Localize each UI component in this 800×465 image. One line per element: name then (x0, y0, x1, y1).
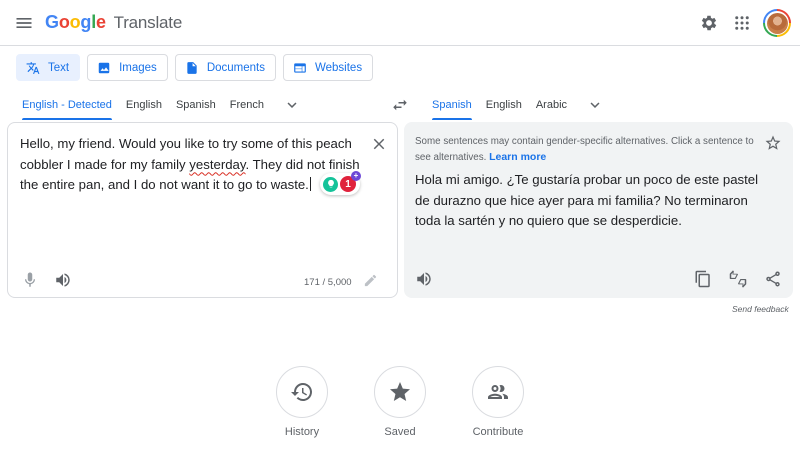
mode-documents-button[interactable]: Documents (174, 54, 276, 81)
logo-letter: o (69, 12, 81, 32)
mode-text-button[interactable]: Text (16, 54, 81, 81)
pencil-icon (364, 274, 377, 287)
google-wordmark: Google (45, 12, 111, 32)
history-circle (276, 366, 328, 418)
saved-circle (374, 366, 426, 418)
translated-text[interactable]: Hola mi amigo. ¿Te gustaría probar un po… (415, 170, 765, 232)
account-avatar[interactable] (763, 9, 791, 37)
copy-icon (695, 270, 710, 288)
translation-output-area: Some sentences may contain gender-specif… (404, 122, 793, 298)
avatar-photo (766, 12, 788, 34)
source-lang-detected[interactable]: English - Detected (15, 90, 119, 120)
saved-label: Saved (384, 426, 416, 438)
share-translation-button[interactable] (764, 270, 782, 288)
logo-letter: e (96, 12, 106, 32)
mode-websites-label: Websites (314, 61, 363, 74)
learn-more-link[interactable]: Learn more (489, 151, 546, 163)
source-lang-french[interactable]: French (223, 90, 271, 120)
source-more-languages-button[interactable] (283, 96, 301, 114)
save-translation-button[interactable] (764, 134, 782, 152)
top-bar: Google Translate (0, 0, 800, 46)
send-feedback-link[interactable]: Send feedback (732, 304, 789, 314)
copy-translation-button[interactable] (694, 270, 712, 288)
mode-images-button[interactable]: Images (87, 54, 168, 81)
character-count: 171 / 5,000 (304, 277, 352, 288)
image-icon (98, 62, 110, 73)
contribute-label: Contribute (472, 426, 524, 438)
text-cursor (309, 177, 311, 191)
logo-letter: o (58, 12, 70, 32)
translate-icon (26, 61, 40, 74)
swap-arrows-icon (393, 99, 407, 111)
gender-alternatives-notice: Some sentences may contain gender-specif… (415, 135, 760, 165)
gear-icon (701, 15, 717, 31)
chevron-down-icon (590, 102, 600, 108)
target-language-bar: Spanish English Arabic (425, 90, 604, 120)
plus-icon: + (351, 171, 361, 181)
source-text-area[interactable]: Hello, my friend. Would you like to try … (7, 122, 398, 298)
voice-input-button[interactable] (21, 271, 39, 289)
speaker-icon (417, 272, 431, 286)
mode-text-label: Text (48, 61, 70, 74)
chevron-down-icon (287, 102, 297, 108)
hamburger-menu-icon (16, 18, 32, 28)
speaker-icon (56, 273, 70, 287)
avatar-ring (765, 11, 789, 35)
target-lang-spanish[interactable]: Spanish (425, 90, 479, 120)
saved-button[interactable]: Saved (365, 366, 435, 438)
settings-button[interactable] (698, 12, 720, 34)
source-lang-english[interactable]: English (119, 90, 169, 120)
history-button[interactable]: History (267, 366, 337, 438)
issue-count: 1 (345, 178, 351, 190)
website-icon (294, 62, 306, 73)
history-label: History (284, 426, 320, 438)
contribute-button[interactable]: Contribute (463, 366, 533, 438)
mode-documents-label: Documents (206, 61, 265, 74)
history-icon (291, 383, 312, 401)
target-more-languages-button[interactable] (586, 96, 604, 114)
product-name: Translate (113, 13, 183, 32)
source-lang-spanish[interactable]: Spanish (169, 90, 223, 120)
clear-source-button[interactable] (370, 135, 388, 153)
listen-translation-button[interactable] (415, 270, 433, 288)
grammarly-suggestion-icon (323, 176, 338, 192)
rate-translation-button[interactable] (729, 270, 747, 288)
misspelled-word[interactable]: yesterday (189, 157, 245, 172)
notice-text: Some sentences may contain gender-specif… (415, 136, 754, 163)
mode-websites-button[interactable]: Websites (282, 54, 374, 81)
swap-languages-button[interactable] (390, 96, 410, 114)
microphone-icon (24, 272, 36, 287)
target-lang-english[interactable]: English (479, 90, 529, 120)
star-icon (390, 382, 410, 401)
logo-letter: G (45, 12, 59, 32)
source-text[interactable]: Hello, my friend. Would you like to try … (20, 134, 365, 196)
mode-images-label: Images (119, 61, 157, 74)
logo-letter: g (80, 12, 92, 32)
grammarly-issue-count: 1 + (340, 171, 361, 192)
target-lang-arabic[interactable]: Arabic (529, 90, 574, 120)
document-icon (187, 61, 197, 74)
close-icon (373, 138, 385, 150)
contribute-circle (472, 366, 524, 418)
share-icon (766, 271, 780, 287)
star-outline-icon (765, 135, 781, 150)
listen-source-button[interactable] (54, 271, 72, 289)
main-menu-button[interactable] (14, 13, 34, 33)
thumbs-up-down-icon (729, 270, 747, 288)
source-language-bar: English - Detected English Spanish Frenc… (15, 90, 301, 120)
apps-button[interactable] (731, 12, 753, 34)
apps-grid-icon (735, 16, 749, 30)
people-icon (488, 385, 508, 399)
grammarly-widget[interactable]: 1 + (320, 171, 361, 195)
lightbulb-icon (327, 179, 334, 188)
edit-button[interactable] (363, 273, 381, 291)
translation-mode-bar: Text Images Documents Websites (16, 54, 374, 81)
google-translate-logo[interactable]: Google Translate (45, 12, 182, 33)
